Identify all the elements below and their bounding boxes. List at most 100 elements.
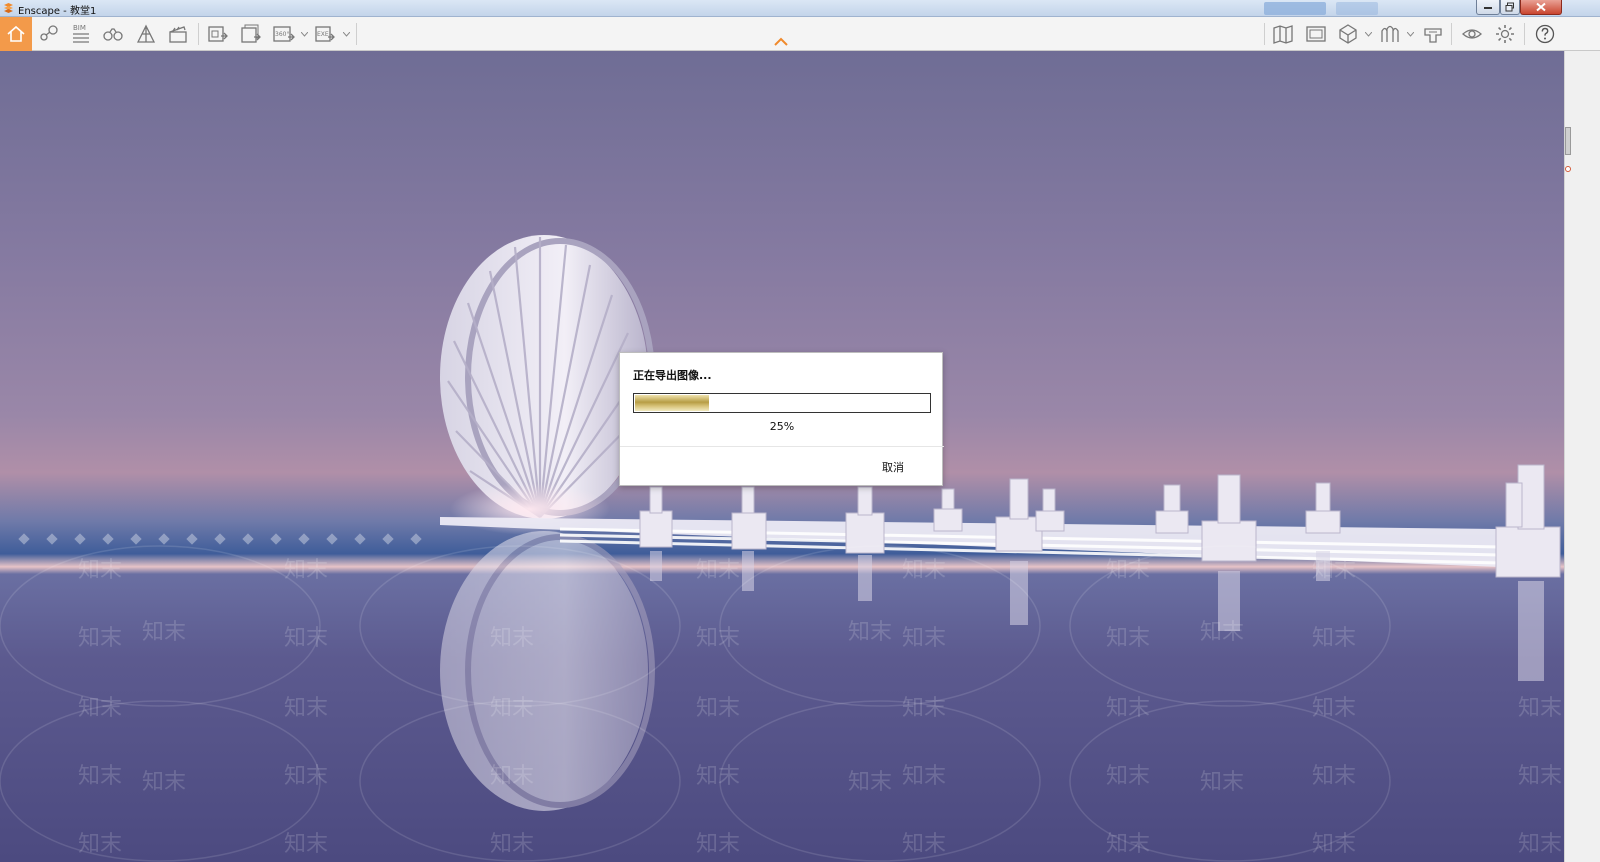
svg-text:知末: 知末 xyxy=(902,764,946,789)
export-progress-bar xyxy=(633,393,931,413)
svg-text:知末: 知末 xyxy=(1312,764,1356,789)
window-titlebar: Enscape - 教堂1 xyxy=(0,0,1600,17)
svg-text:知末: 知末 xyxy=(1312,832,1356,857)
video-editor-button[interactable] xyxy=(165,22,191,46)
dialog-divider xyxy=(620,446,944,447)
svg-text:知末: 知末 xyxy=(284,558,328,583)
export-settings-icon xyxy=(1424,28,1442,43)
svg-text:知末: 知末 xyxy=(490,626,534,651)
svg-text:知末: 知末 xyxy=(284,696,328,721)
bim-icon: BIM xyxy=(73,24,89,43)
svg-text:知末: 知末 xyxy=(1106,626,1150,651)
home-icon xyxy=(7,25,25,42)
screenshot-icon xyxy=(208,26,228,42)
perspective-icon xyxy=(136,24,156,43)
export-settings-button[interactable] xyxy=(1420,22,1446,46)
panorama-button[interactable]: 360° xyxy=(271,22,297,46)
scroll-marker xyxy=(1565,166,1571,172)
enscape-logo-icon xyxy=(4,3,13,13)
svg-text:知末: 知末 xyxy=(1518,696,1562,721)
svg-text:知末: 知末 xyxy=(490,696,534,721)
svg-text:知末: 知末 xyxy=(284,626,328,651)
svg-text:知末: 知末 xyxy=(848,620,892,645)
enscape-toolbar: BIM 360° EXE xyxy=(0,17,1600,51)
panorama-dropdown-icon[interactable] xyxy=(301,32,308,37)
svg-text:知末: 知末 xyxy=(78,626,122,651)
svg-text:知末: 知末 xyxy=(284,832,328,857)
material-button[interactable] xyxy=(1377,22,1403,46)
asset-library-button[interactable] xyxy=(1303,22,1329,46)
svg-text:知末: 知末 xyxy=(1106,832,1150,857)
binoculars-icon xyxy=(103,28,123,41)
toolbar-separator xyxy=(1524,23,1525,45)
view-management-button[interactable] xyxy=(36,22,62,46)
svg-text:知末: 知末 xyxy=(284,764,328,789)
walk-mode-button[interactable] xyxy=(100,22,126,46)
svg-text:知末: 知末 xyxy=(696,764,740,789)
minimize-button[interactable] xyxy=(1476,0,1500,15)
batch-render-icon xyxy=(241,24,261,43)
svg-text:知末: 知末 xyxy=(696,832,740,857)
exe-dropdown-icon[interactable] xyxy=(343,32,350,37)
home-button[interactable] xyxy=(0,17,32,51)
svg-text:知末: 知末 xyxy=(142,770,186,795)
svg-text:知末: 知末 xyxy=(1518,764,1562,789)
map-icon xyxy=(1273,25,1293,44)
settings-button[interactable] xyxy=(1492,22,1518,46)
gear-icon xyxy=(1496,25,1514,43)
svg-text:知末: 知末 xyxy=(902,558,946,583)
object-dropdown-icon[interactable] xyxy=(1365,32,1372,37)
toolbar-collapse-chevron-icon[interactable] xyxy=(774,37,788,46)
restore-icon xyxy=(1505,2,1514,12)
cancel-button[interactable]: 取消 xyxy=(882,459,904,475)
screenshot-button[interactable] xyxy=(205,22,231,46)
svg-text:知末: 知末 xyxy=(490,764,534,789)
progress-fill xyxy=(635,395,709,411)
svg-text:知末: 知末 xyxy=(1106,558,1150,583)
scrollbar-thumb[interactable] xyxy=(1565,127,1571,155)
svg-text:知末: 知末 xyxy=(1106,764,1150,789)
export-status-message: 正在导出图像... xyxy=(633,369,712,382)
svg-text:知末: 知末 xyxy=(1200,620,1244,645)
pin-icon xyxy=(40,25,58,41)
toolbar-separator xyxy=(198,23,199,45)
svg-text:知末: 知末 xyxy=(902,696,946,721)
vertical-scrollbar[interactable] xyxy=(1564,51,1600,862)
svg-text:知末: 知末 xyxy=(78,696,122,721)
cube-icon xyxy=(1339,24,1357,44)
perspective-button[interactable] xyxy=(133,22,159,46)
svg-text:知末: 知末 xyxy=(78,558,122,583)
panorama-label: 360° xyxy=(275,31,289,38)
watermark-ellipses xyxy=(0,545,1391,862)
map-button[interactable] xyxy=(1270,22,1296,46)
shell-reflection xyxy=(440,531,655,811)
asset-library-icon xyxy=(1306,26,1326,42)
svg-text:知末: 知末 xyxy=(902,626,946,651)
export-progress-dialog: 正在导出图像... 25% 取消 xyxy=(619,352,944,486)
material-dropdown-icon[interactable] xyxy=(1407,32,1414,37)
toolbar-separator xyxy=(1451,23,1452,45)
pillar-reflections xyxy=(650,551,1544,681)
toolbar-separator xyxy=(1264,23,1265,45)
batch-render-button[interactable] xyxy=(238,22,264,46)
titlebar-decoration xyxy=(1336,2,1378,15)
svg-text:知末: 知末 xyxy=(490,832,534,857)
close-icon xyxy=(1536,2,1546,12)
window-title: Enscape - 教堂1 xyxy=(18,6,97,17)
material-icon xyxy=(1381,25,1399,42)
exe-export-button[interactable]: EXE xyxy=(313,22,339,46)
bim-label: BIM xyxy=(73,24,86,32)
bim-mode-button[interactable]: BIM xyxy=(68,22,94,46)
help-button[interactable] xyxy=(1532,22,1558,46)
restore-button[interactable] xyxy=(1500,0,1520,15)
close-button[interactable] xyxy=(1520,0,1562,15)
help-icon xyxy=(1535,24,1555,44)
progress-percent: 25% xyxy=(769,420,795,433)
svg-text:知末: 知末 xyxy=(1312,626,1356,651)
visual-settings-button[interactable] xyxy=(1459,22,1485,46)
minimize-icon xyxy=(1484,7,1492,9)
panorama-360-icon: 360° xyxy=(273,26,295,42)
titlebar-decoration xyxy=(1264,2,1326,15)
object-button[interactable] xyxy=(1335,22,1361,46)
svg-text:知末: 知末 xyxy=(1312,558,1356,583)
